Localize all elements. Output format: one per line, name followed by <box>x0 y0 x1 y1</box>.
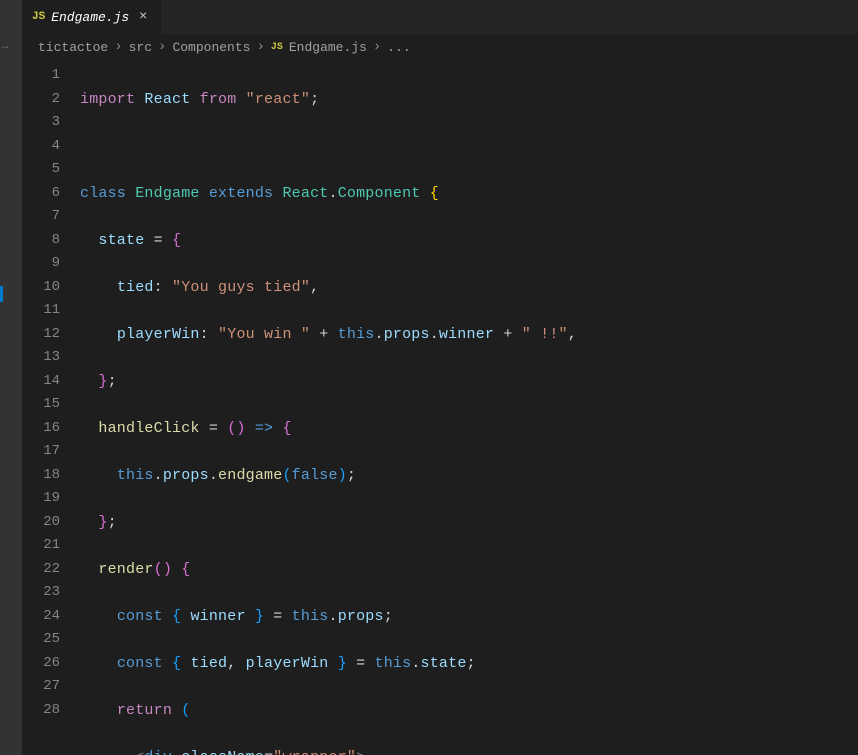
line-number: 12 <box>22 323 60 347</box>
line-number: 3 <box>22 111 60 135</box>
line-number: 15 <box>22 393 60 417</box>
close-icon[interactable]: × <box>135 9 151 25</box>
code-content[interactable]: import React from "react"; class Endgame… <box>80 60 858 755</box>
breadcrumb[interactable]: tictactoe › src › Components › JS Endgam… <box>22 34 858 60</box>
line-gutter: 1 2 3 4 5 6 7 8 9 10 11 12 13 14 15 16 1… <box>22 60 80 755</box>
line-number: 19 <box>22 487 60 511</box>
tab-endgame-js[interactable]: JS Endgame.js × <box>22 0 162 34</box>
line-number: 9 <box>22 252 60 276</box>
line-number: 28 <box>22 699 60 723</box>
js-icon: JS <box>32 11 45 23</box>
line-number: 13 <box>22 346 60 370</box>
line-number: 14 <box>22 370 60 394</box>
line-number: 18 <box>22 464 60 488</box>
code-editor[interactable]: 1 2 3 4 5 6 7 8 9 10 11 12 13 14 15 16 1… <box>22 60 858 755</box>
line-number: 17 <box>22 440 60 464</box>
breadcrumb-tail[interactable]: ... <box>387 40 410 55</box>
line-number: 8 <box>22 229 60 253</box>
line-number: 24 <box>22 605 60 629</box>
line-number: 27 <box>22 675 60 699</box>
chevron-right-icon: › <box>373 39 381 55</box>
line-number: 25 <box>22 628 60 652</box>
line-number: 20 <box>22 511 60 535</box>
line-number: 16 <box>22 417 60 441</box>
breadcrumb-item[interactable]: tictactoe <box>38 40 108 55</box>
line-number: 22 <box>22 558 60 582</box>
line-number: 2 <box>22 88 60 112</box>
activity-bar: … <box>0 0 22 755</box>
activity-indicator <box>0 286 3 302</box>
line-number: 26 <box>22 652 60 676</box>
line-number: 10 <box>22 276 60 300</box>
chevron-right-icon: › <box>158 39 166 55</box>
line-number: 23 <box>22 581 60 605</box>
editor-main: JS Endgame.js × tictactoe › src › Compon… <box>22 0 858 755</box>
line-number: 7 <box>22 205 60 229</box>
chevron-right-icon: › <box>256 39 264 55</box>
breadcrumb-file[interactable]: Endgame.js <box>289 40 367 55</box>
breadcrumb-item[interactable]: Components <box>172 40 250 55</box>
line-number: 5 <box>22 158 60 182</box>
chevron-right-icon: › <box>114 39 122 55</box>
breadcrumb-item[interactable]: src <box>129 40 152 55</box>
line-number: 21 <box>22 534 60 558</box>
tab-bar: JS Endgame.js × <box>22 0 858 34</box>
js-icon: JS <box>271 42 283 53</box>
line-number: 6 <box>22 182 60 206</box>
line-number: 4 <box>22 135 60 159</box>
line-number: 1 <box>22 64 60 88</box>
activity-ellipsis: … <box>0 40 18 52</box>
line-number: 11 <box>22 299 60 323</box>
tab-title: Endgame.js <box>51 10 129 25</box>
